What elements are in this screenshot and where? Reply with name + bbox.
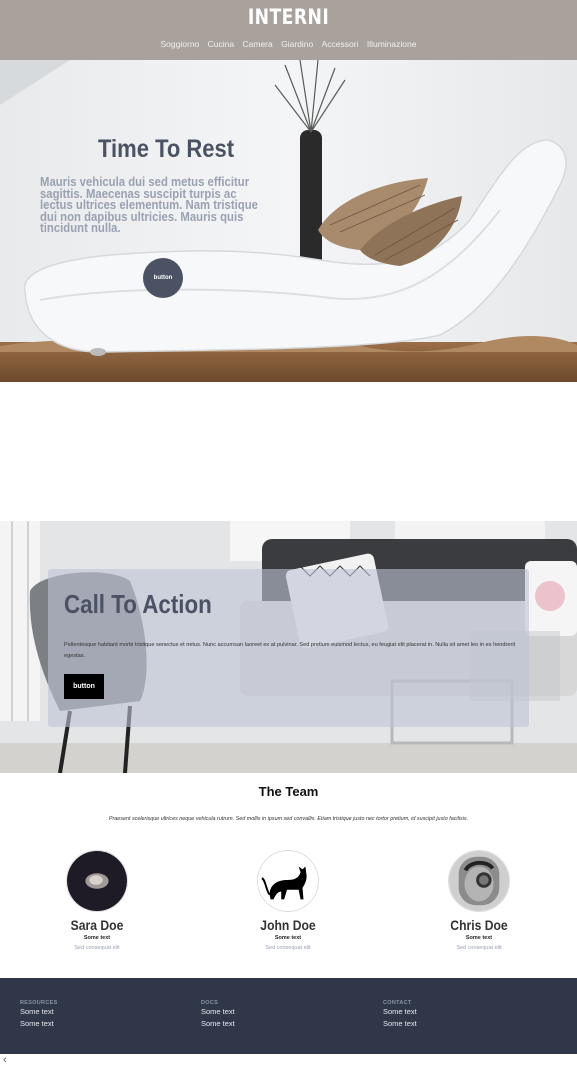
footer-link[interactable]: Some text [20, 1018, 170, 1030]
cat-icon [258, 851, 318, 911]
nav-item-accessori[interactable]: Accessori [322, 39, 359, 49]
avatar-photo-dark [67, 851, 127, 911]
nav-item-soggiorno[interactable]: Soggiorno [161, 39, 200, 49]
footer-link[interactable]: Some text [383, 1018, 533, 1030]
team-member-card: Sara Doe Some text Sed consequat elit [32, 850, 162, 951]
footer-column-contact: CONTACT Some text Some text [383, 1000, 533, 1030]
member-name: Chris Doe [450, 918, 508, 933]
member-desc: Sed consequat elit [456, 945, 502, 951]
hero-title: Time To Rest [98, 135, 235, 163]
member-desc: Sed consequat elit [74, 945, 120, 951]
site-footer: RESOURCES Some text Some text DOCS Some … [0, 978, 577, 1054]
team-subtitle: Praesent scelerisque ultrices neque vehi… [108, 816, 469, 822]
avatar-photo-man [449, 851, 509, 911]
footer-column-resources: RESOURCES Some text Some text [20, 1000, 170, 1030]
footer-link[interactable]: Some text [201, 1006, 351, 1018]
nav-item-giardino[interactable]: Giardino [281, 39, 313, 49]
nav-item-cucina[interactable]: Cucina [208, 39, 234, 49]
brand-logo[interactable]: INTERNI [52, 5, 525, 29]
team-member-card: John Doe Some text Sed consequat elit [223, 850, 353, 951]
footer-column-docs: DOCS Some text Some text [201, 1000, 351, 1030]
member-role: Some text [274, 935, 302, 941]
cta-text: Pellentesque habitant morbi tristique se… [64, 642, 516, 659]
nav-item-illuminazione[interactable]: Illuminazione [367, 39, 417, 49]
team-member-card: Chris Doe Some text Sed consequat elit [414, 850, 544, 951]
avatar [448, 850, 510, 912]
cta-section: Call To Action Pellentesque habitant mor… [0, 521, 577, 773]
footer-link[interactable]: Some text [20, 1006, 170, 1018]
avatar [66, 850, 128, 912]
member-role: Some text [83, 935, 111, 941]
site-header: INTERNI Soggiorno Cucina Camera Giardino… [0, 0, 577, 60]
member-name: John Doe [260, 918, 316, 933]
cta-title: Call To Action [64, 589, 212, 619]
team-title: The Team [258, 784, 319, 799]
cta-panel: Call To Action Pellentesque habitant mor… [48, 569, 529, 727]
hero-button[interactable]: button [143, 258, 183, 298]
avatar [257, 850, 319, 912]
hero-text: Mauris vehicula dui sed metus efficitur … [40, 175, 258, 235]
footer-link[interactable]: Some text [383, 1006, 533, 1018]
member-desc: Sed consequat elit [265, 945, 311, 951]
nav-item-camera[interactable]: Camera [243, 39, 273, 49]
member-name: Sara Doe [70, 918, 124, 933]
footer-link[interactable]: Some text [201, 1018, 351, 1030]
cta-button[interactable]: button [64, 674, 104, 699]
member-role: Some text [465, 935, 493, 941]
chevron-left-icon[interactable]: ‹ [3, 1054, 7, 1066]
main-nav: Soggiorno Cucina Camera Giardino Accesso… [0, 39, 577, 49]
hero-section: Time To Rest Mauris vehicula dui sed met… [0, 60, 577, 382]
